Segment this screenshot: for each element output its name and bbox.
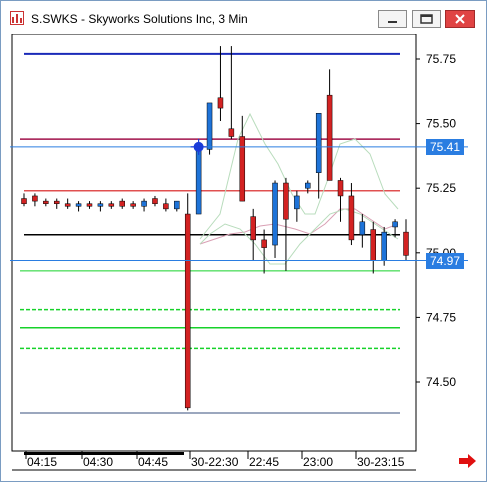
candle-down[interactable] <box>348 195 355 241</box>
candle-up[interactable] <box>141 200 147 207</box>
candle-down[interactable] <box>337 180 344 197</box>
candle-down[interactable] <box>43 200 49 204</box>
time-label: 04:45 <box>138 455 168 469</box>
candle-down[interactable] <box>53 200 60 204</box>
time-label: 23:00 <box>303 455 333 469</box>
candle-up[interactable] <box>97 203 104 207</box>
candle-down[interactable] <box>283 182 289 220</box>
plot-frame <box>11 34 417 452</box>
candle-down[interactable] <box>108 203 115 207</box>
time-label: 22:45 <box>249 455 279 469</box>
candle-down[interactable] <box>130 203 136 207</box>
candle-up[interactable] <box>392 221 398 228</box>
chart-area[interactable]: 75.7575.5075.2575.0074.7574.5004:1504:30… <box>10 34 477 471</box>
axis-label: 75.50 <box>426 117 456 131</box>
candle-down[interactable] <box>261 239 267 248</box>
candle-down[interactable] <box>86 203 93 207</box>
price-chart[interactable]: 75.7575.5075.2575.0074.7574.5004:1504:30… <box>10 34 477 471</box>
candle-up[interactable] <box>381 231 387 261</box>
title-bar[interactable]: S.SWKS - Skyworks Solutions Inc, 3 Min <box>1 1 486 34</box>
candle-up[interactable] <box>359 221 366 235</box>
crosshair-sparkle <box>190 138 207 155</box>
candle-up[interactable] <box>195 149 202 215</box>
time-label: 04:30 <box>83 455 113 469</box>
axis-label: 75.25 <box>426 181 456 195</box>
candle-up[interactable] <box>294 195 300 210</box>
window-title: S.SWKS - Skyworks Solutions Inc, 3 Min <box>31 12 248 26</box>
candle-down[interactable] <box>326 94 333 181</box>
close-icon <box>455 14 465 24</box>
time-label: 30-22:30 <box>191 455 239 469</box>
candle-down[interactable] <box>152 198 158 204</box>
band-mid-line <box>199 208 399 245</box>
candle-down[interactable] <box>217 97 224 109</box>
axis-label: 75.75 <box>426 52 456 66</box>
restore-icon <box>420 14 433 24</box>
axis-label: 74.75 <box>426 310 456 324</box>
time-label: 30-23:15 <box>357 455 405 469</box>
candle-down[interactable] <box>64 203 71 207</box>
candle-down[interactable] <box>119 200 125 207</box>
cursor-price-tag-lower: 74.97 <box>426 252 465 269</box>
candle-up[interactable] <box>315 113 322 173</box>
minimize-icon <box>388 21 397 23</box>
candle-down[interactable] <box>21 198 27 204</box>
candle-up[interactable] <box>75 203 82 207</box>
candle-up[interactable] <box>206 102 213 150</box>
band-lower-line <box>199 208 399 265</box>
scroll-right-arrow-icon[interactable] <box>459 454 477 468</box>
time-label: 04:15 <box>27 455 57 469</box>
candle-up[interactable] <box>272 182 278 246</box>
candle-down[interactable] <box>239 136 246 202</box>
candle-down[interactable] <box>184 213 191 409</box>
minimize-button[interactable] <box>378 10 407 28</box>
close-button[interactable] <box>445 10 475 28</box>
candle-down[interactable] <box>32 195 38 202</box>
candle-down[interactable] <box>403 231 409 256</box>
candle-up[interactable] <box>305 182 311 189</box>
candle-down[interactable] <box>370 229 377 261</box>
app-icon <box>10 11 24 25</box>
cursor-price-tag-upper: 75.41 <box>426 138 465 155</box>
candle-down[interactable] <box>163 203 169 210</box>
candle-up[interactable] <box>174 200 180 210</box>
candle-down[interactable] <box>250 216 256 241</box>
maximize-button[interactable] <box>412 10 441 28</box>
axis-label: 74.50 <box>426 375 456 389</box>
candle-down[interactable] <box>228 128 235 137</box>
chart-window: S.SWKS - Skyworks Solutions Inc, 3 Min 7… <box>0 0 487 482</box>
